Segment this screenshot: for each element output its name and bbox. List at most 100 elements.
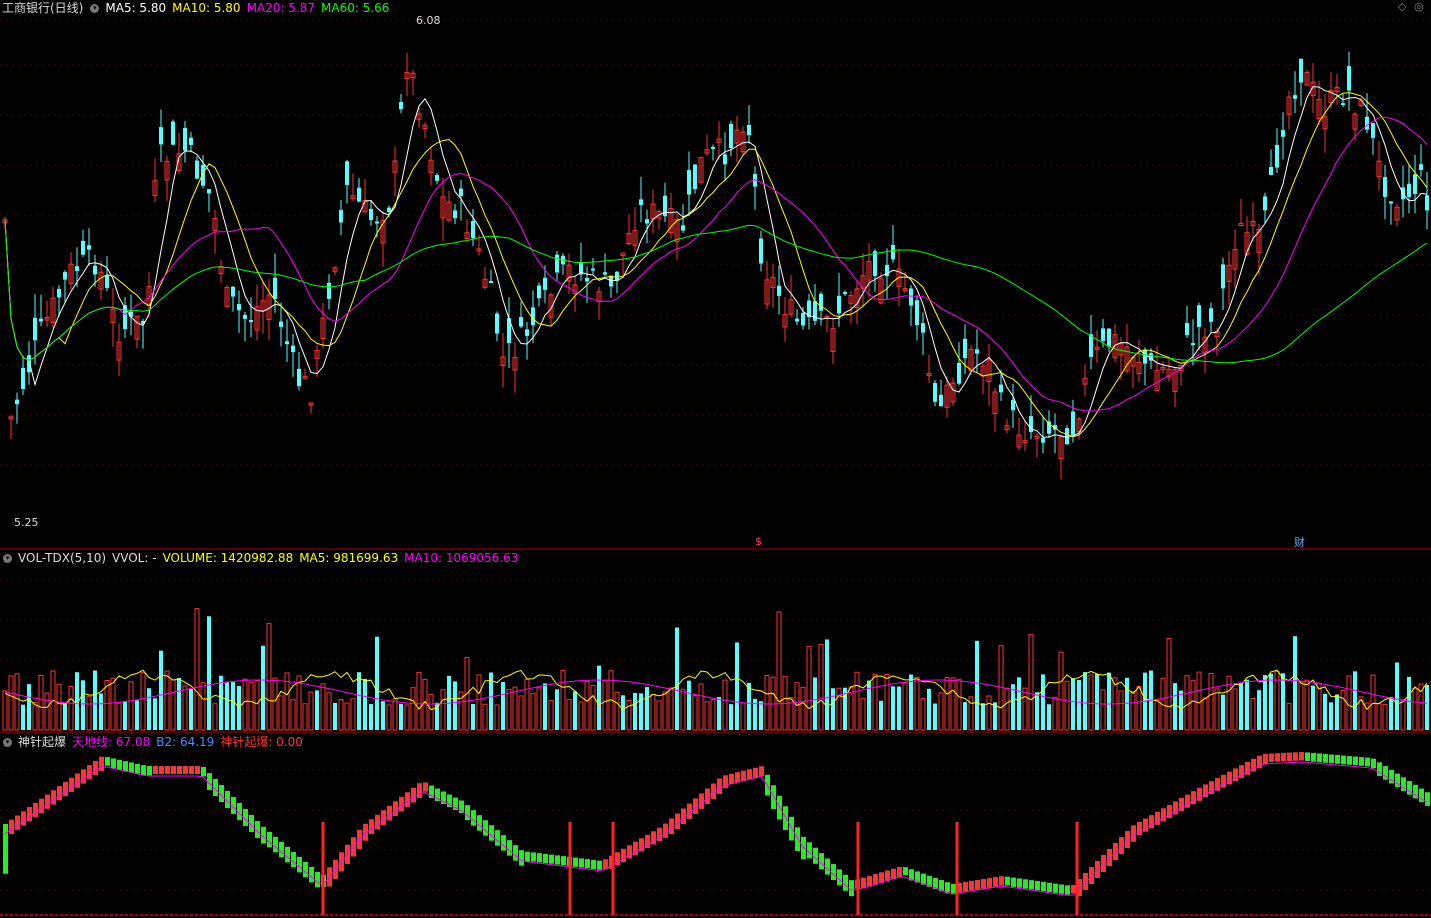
oscillator-bar <box>963 881 968 892</box>
volume-bar <box>879 700 883 730</box>
oscillator-bar <box>69 777 74 792</box>
volume-bar <box>1083 672 1087 730</box>
volume-bar <box>512 686 518 731</box>
candle-body <box>1347 66 1351 91</box>
oscillator-bar <box>195 766 200 774</box>
candle-body <box>537 285 541 299</box>
volume-bar <box>1323 693 1327 730</box>
volume-bar <box>1286 703 1292 731</box>
volume-bar <box>296 675 302 731</box>
osc-title[interactable]: 神针起爆 <box>18 735 66 749</box>
oscillator-bar <box>471 810 476 826</box>
dividend-marker[interactable]: $ <box>755 535 762 548</box>
candle-body <box>471 221 475 239</box>
panel-settings-icon[interactable]: ▾ <box>90 4 100 13</box>
oscillator-bar <box>825 858 830 875</box>
oscillator-bar <box>999 876 1004 886</box>
candle-body <box>291 345 295 353</box>
volume-bar <box>1395 662 1399 730</box>
volume-bar <box>506 689 512 731</box>
oscillator-bar <box>507 840 512 856</box>
oscillator-bar <box>807 842 812 859</box>
oscillator-bar <box>795 827 800 851</box>
vol-title[interactable]: VOL-TDX(5,10) <box>18 551 106 565</box>
oscillator-bar <box>1353 756 1358 766</box>
candle-body <box>75 266 79 272</box>
volume-bar <box>21 704 25 730</box>
oscillator-bar <box>1329 754 1334 764</box>
osc-settings-icon[interactable]: ▾ <box>3 738 12 747</box>
stock-title[interactable]: 工商银行(日线) <box>2 1 83 15</box>
volume-bar <box>266 623 272 731</box>
candle-body <box>933 382 937 402</box>
volume-bar <box>290 699 296 731</box>
diamond-icon[interactable]: ◇ <box>1398 0 1406 13</box>
volume-bar <box>128 681 134 731</box>
volume-bar <box>116 702 122 731</box>
oscillator-bar <box>513 845 518 861</box>
candle-body <box>87 245 91 250</box>
settings-icon[interactable]: ◎ <box>1414 0 1424 13</box>
finance-marker[interactable]: 财 <box>1294 534 1305 550</box>
high-price-label: 6.08 <box>416 14 441 27</box>
volume-bar <box>1017 677 1021 730</box>
oscillator-bar <box>1269 753 1274 762</box>
candle-body <box>1101 328 1105 342</box>
volume-bar <box>914 676 920 731</box>
candle-body <box>639 199 643 206</box>
candle-body <box>171 121 175 145</box>
candle-body <box>681 225 685 231</box>
candle-body <box>525 329 529 336</box>
volume-bar <box>1004 687 1010 731</box>
volume-bar <box>1095 674 1099 730</box>
oscillator-bar <box>1035 881 1040 891</box>
candle-body <box>15 399 19 405</box>
oscillator-bar <box>123 761 128 772</box>
b2-label: B2: 64.19 <box>156 735 215 749</box>
volume-bar <box>1184 675 1190 731</box>
candle-body <box>63 272 67 280</box>
volume-bar <box>153 698 157 730</box>
volume-bar <box>86 695 92 731</box>
volume-bar <box>200 682 206 731</box>
volume-bar <box>261 645 265 730</box>
oscillator-bar <box>1287 752 1292 762</box>
oscillator-bar <box>309 866 314 883</box>
oscillator-bar <box>579 858 584 868</box>
volume-bar <box>578 701 584 731</box>
volume-bar <box>357 672 361 730</box>
volume-bar <box>56 683 62 731</box>
candle-body <box>711 146 715 149</box>
volume-bar <box>680 688 686 731</box>
volume-bar <box>1232 688 1238 731</box>
oscillator-bar <box>903 867 908 876</box>
volume-bar <box>1311 685 1315 730</box>
volume-label: VOLUME: 1420982.88 <box>162 551 294 565</box>
candle-body <box>285 341 289 345</box>
candle-body <box>1281 130 1285 137</box>
candle-body <box>909 288 913 306</box>
candle-body <box>1263 196 1267 211</box>
candle-body <box>837 295 841 314</box>
candle-body <box>975 349 979 354</box>
volume-bar <box>219 675 223 730</box>
candle-body <box>1107 328 1111 347</box>
volume-settings-icon[interactable]: ▾ <box>3 554 12 563</box>
candle-body <box>297 368 301 387</box>
oscillator-bar <box>153 766 158 774</box>
volume-bar <box>1382 703 1388 731</box>
volume-bar <box>975 640 979 730</box>
oscillator-bar <box>525 851 530 862</box>
oscillator-bar <box>543 853 548 863</box>
volume-bar <box>1190 679 1196 731</box>
candle-body <box>1269 166 1273 175</box>
candle-body <box>1065 428 1069 445</box>
chart-canvas[interactable] <box>0 0 1431 918</box>
candle-body <box>1275 144 1279 168</box>
oscillator-bar <box>1317 753 1322 763</box>
candle-body <box>453 210 457 219</box>
oscillator-bar <box>147 766 152 776</box>
candle-body <box>207 189 211 194</box>
oscillator-bar <box>465 805 470 821</box>
oscillator-bar <box>729 773 734 784</box>
